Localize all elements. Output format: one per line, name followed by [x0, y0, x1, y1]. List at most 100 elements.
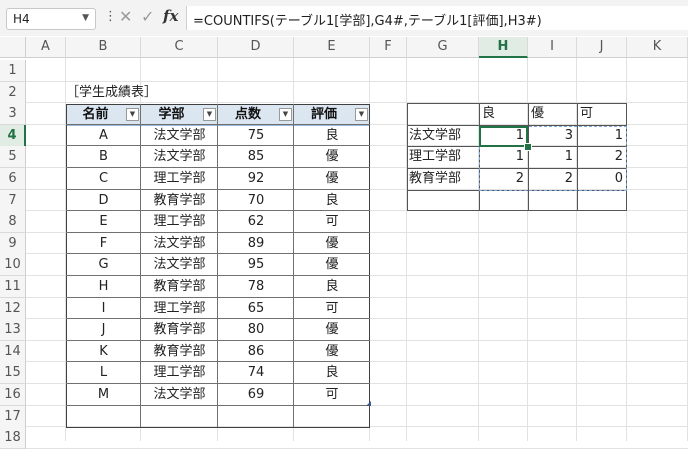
column-header-h[interactable]: H: [479, 37, 528, 58]
row-header-2[interactable]: 2: [0, 81, 26, 104]
table-cell-name[interactable]: L: [66, 362, 141, 383]
filter-dropdown-icon[interactable]: ▼: [355, 108, 368, 121]
table-cell-grade[interactable]: 可: [294, 298, 370, 319]
table-cell-department[interactable]: 教育学部: [141, 341, 218, 362]
summary-col-header[interactable]: 可: [580, 103, 593, 124]
filter-dropdown-icon[interactable]: ▼: [126, 108, 139, 121]
table-cell-name[interactable]: M: [66, 384, 141, 405]
more-vertical-icon[interactable]: ⋮: [104, 9, 117, 24]
table-cell-score[interactable]: 86: [218, 341, 294, 362]
table-cell-grade[interactable]: 良: [294, 276, 370, 297]
table-cell-score[interactable]: 95: [218, 254, 294, 275]
table-cell-grade[interactable]: 優: [294, 168, 370, 189]
table-cell-grade[interactable]: 優: [294, 341, 370, 362]
table-cell-department[interactable]: 理工学部: [141, 362, 218, 383]
table-cell-score[interactable]: 69: [218, 384, 294, 405]
table-cell-department[interactable]: 理工学部: [141, 168, 218, 189]
table-cell-grade[interactable]: 良: [294, 362, 370, 383]
table-cell-score[interactable]: 89: [218, 233, 294, 254]
select-all-corner[interactable]: [0, 37, 26, 58]
column-header-d[interactable]: D: [218, 37, 294, 58]
table-cell-grade[interactable]: 優: [294, 233, 370, 254]
filter-dropdown-icon[interactable]: ▼: [203, 108, 216, 121]
row-header-1[interactable]: 1: [0, 60, 26, 82]
table-cell-department[interactable]: 教育学部: [141, 190, 218, 211]
row-header-3[interactable]: 3: [0, 103, 26, 126]
table-cell-grade[interactable]: 可: [294, 211, 370, 232]
table-cell-name[interactable]: H: [66, 276, 141, 297]
table-cell-department[interactable]: 理工学部: [141, 211, 218, 232]
table-cell-name[interactable]: B: [66, 146, 141, 167]
table-cell-grade[interactable]: 優: [294, 254, 370, 275]
table-cell-score[interactable]: 75: [218, 125, 294, 146]
table-cell-department[interactable]: 法文学部: [141, 384, 218, 405]
row-header-10[interactable]: 10: [0, 254, 26, 277]
summary-row-label[interactable]: 法文学部: [409, 125, 461, 146]
row-header-13[interactable]: 13: [0, 319, 26, 342]
table-cell-score[interactable]: 74: [218, 362, 294, 383]
row-header-12[interactable]: 12: [0, 297, 26, 320]
fill-handle[interactable]: [524, 143, 532, 151]
table-resize-handle[interactable]: [366, 401, 371, 406]
summary-col-header[interactable]: 良: [482, 103, 495, 124]
row-header-15[interactable]: 15: [0, 362, 26, 385]
column-header-a[interactable]: A: [26, 37, 66, 58]
column-header-j[interactable]: J: [577, 37, 627, 58]
column-header-k[interactable]: K: [627, 37, 688, 58]
row-header-6[interactable]: 6: [0, 168, 26, 190]
table-cell-name[interactable]: G: [66, 254, 141, 275]
fx-icon[interactable]: fx: [163, 7, 178, 25]
row-header-4[interactable]: 4: [0, 124, 26, 147]
row-header-7[interactable]: 7: [0, 189, 26, 212]
column-header-e[interactable]: E: [294, 37, 370, 58]
column-header-f[interactable]: F: [370, 37, 407, 58]
table-cell-department[interactable]: 法文学部: [141, 233, 218, 254]
table-cell-score[interactable]: 70: [218, 190, 294, 211]
table-cell-name[interactable]: F: [66, 233, 141, 254]
column-header-b[interactable]: B: [66, 37, 141, 58]
table-cell-score[interactable]: 92: [218, 168, 294, 189]
filter-dropdown-icon[interactable]: ▼: [279, 108, 292, 121]
row-header-14[interactable]: 14: [0, 340, 26, 363]
table-cell-name[interactable]: J: [66, 319, 141, 340]
table-cell-name[interactable]: A: [66, 125, 141, 146]
table-cell-department[interactable]: 教育学部: [141, 319, 218, 340]
table-cell-grade[interactable]: 可: [294, 384, 370, 405]
table-cell-score[interactable]: 80: [218, 319, 294, 340]
row-header-17[interactable]: 17: [0, 405, 26, 428]
table-cell-score[interactable]: 62: [218, 211, 294, 232]
chevron-down-icon[interactable]: ▼: [82, 13, 89, 23]
row-header-11[interactable]: 11: [0, 276, 26, 298]
table-cell-grade[interactable]: 優: [294, 146, 370, 167]
table-cell-name[interactable]: D: [66, 190, 141, 211]
row-header-9[interactable]: 9: [0, 232, 26, 255]
table-cell-department[interactable]: 理工学部: [141, 298, 218, 319]
table-cell-name[interactable]: C: [66, 168, 141, 189]
table-cell-score[interactable]: 85: [218, 146, 294, 167]
table-cell-grade[interactable]: 優: [294, 319, 370, 340]
cancel-x-icon[interactable]: ✕: [119, 7, 132, 26]
row-header-5[interactable]: 5: [0, 146, 26, 169]
table-cell-department[interactable]: 法文学部: [141, 125, 218, 146]
formula-input[interactable]: =COUNTIFS(テーブル1[学部],G4#,テーブル1[評価],H3#): [186, 6, 688, 30]
column-header-c[interactable]: C: [141, 37, 218, 58]
table-cell-score[interactable]: 78: [218, 276, 294, 297]
summary-row-label[interactable]: 教育学部: [409, 168, 461, 189]
table-cell-department[interactable]: 教育学部: [141, 276, 218, 297]
check-icon[interactable]: ✓: [141, 7, 154, 26]
row-header-16[interactable]: 16: [0, 384, 26, 406]
table-cell-name[interactable]: I: [66, 298, 141, 319]
row-header-18[interactable]: 18: [0, 427, 26, 449]
table-cell-name[interactable]: K: [66, 341, 141, 362]
row-header-8[interactable]: 8: [0, 211, 26, 234]
column-header-g[interactable]: G: [407, 37, 479, 58]
summary-col-header[interactable]: 優: [531, 103, 544, 124]
table-cell-grade[interactable]: 良: [294, 125, 370, 146]
table-cell-score[interactable]: 65: [218, 298, 294, 319]
column-header-i[interactable]: I: [528, 37, 577, 58]
table-cell-grade[interactable]: 良: [294, 190, 370, 211]
table-cell-department[interactable]: 法文学部: [141, 146, 218, 167]
summary-row-label[interactable]: 理工学部: [409, 146, 461, 167]
table-cell-department[interactable]: 法文学部: [141, 254, 218, 275]
name-box[interactable]: H4 ▼: [6, 8, 96, 30]
